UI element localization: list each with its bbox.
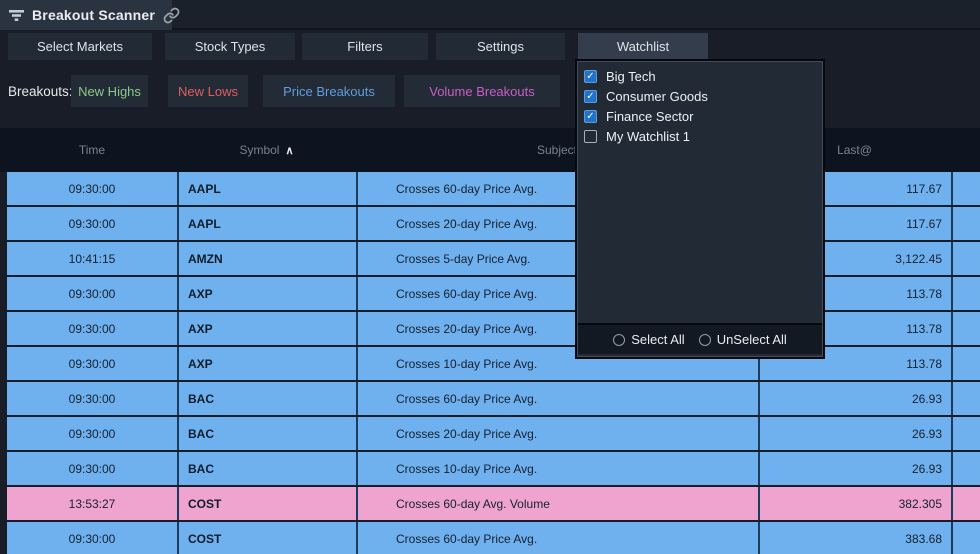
cell-symbol: AXP: [177, 312, 356, 345]
breakouts-row: Breakouts: New Highs New Lows Price Brea…: [0, 74, 980, 108]
table-header-row: Time Symbol ∧ Subject Last@: [0, 128, 980, 172]
link-icon[interactable]: [163, 7, 180, 24]
cell-extra: [951, 242, 980, 275]
cell-symbol: BAC: [177, 382, 356, 415]
table-row[interactable]: 09:30:00AAPLCrosses 60-day Price Avg.117…: [7, 172, 980, 205]
cell-symbol: AAPL: [177, 207, 356, 240]
cell-time: 09:30:00: [7, 347, 177, 380]
column-header-symbol[interactable]: Symbol ∧: [177, 143, 356, 157]
cell-last: 383.68: [758, 522, 951, 554]
watchlist-item-label: Finance Sector: [606, 109, 693, 124]
cell-extra: [951, 522, 980, 554]
volume-breakouts-button[interactable]: Volume Breakouts: [404, 75, 560, 107]
cell-subject: Crosses 60-day Price Avg.: [356, 382, 758, 415]
cell-symbol: COST: [177, 522, 356, 554]
table-row[interactable]: 13:53:27COSTCrosses 60-day Avg. Volume38…: [7, 487, 980, 520]
unselect-all-radio-icon[interactable]: [699, 334, 711, 346]
watchlist-item[interactable]: ✓ Big Tech: [584, 66, 816, 86]
cell-symbol: AMZN: [177, 242, 356, 275]
table-row[interactable]: 09:30:00BACCrosses 10-day Price Avg.26.9…: [7, 452, 980, 485]
table-row[interactable]: 09:30:00BACCrosses 60-day Price Avg.26.9…: [7, 382, 980, 415]
cell-extra: [951, 312, 980, 345]
select-all-option[interactable]: Select All: [613, 332, 684, 347]
cell-time: 13:53:27: [7, 487, 177, 520]
cell-subject: Crosses 20-day Price Avg.: [356, 417, 758, 450]
unselect-all-label: UnSelect All: [717, 332, 787, 347]
table-row[interactable]: 09:30:00AXPCrosses 10-day Price Avg.113.…: [7, 347, 980, 380]
table-row[interactable]: 09:30:00BACCrosses 20-day Price Avg.26.9…: [7, 417, 980, 450]
cell-extra: [951, 277, 980, 310]
cell-subject: Crosses 60-day Price Avg.: [356, 522, 758, 554]
cell-last: 26.93: [758, 382, 951, 415]
column-header-time[interactable]: Time: [7, 143, 177, 157]
watchlist-item[interactable]: My Watchlist 1: [584, 126, 816, 146]
cell-subject: Crosses 10-day Price Avg.: [356, 452, 758, 485]
cell-symbol: BAC: [177, 417, 356, 450]
cell-last: 26.93: [758, 417, 951, 450]
cell-time: 09:30:00: [7, 312, 177, 345]
watchlist-item[interactable]: ✓ Consumer Goods: [584, 86, 816, 106]
cell-time: 09:30:00: [7, 172, 177, 205]
checkbox-checked-icon[interactable]: ✓: [584, 110, 597, 123]
table-row[interactable]: 10:41:15AMZNCrosses 5-day Price Avg.3,12…: [7, 242, 980, 275]
breakouts-label: Breakouts:: [8, 74, 73, 108]
sort-ascending-icon: ∧: [285, 144, 293, 157]
watchlist-item-label: Big Tech: [606, 69, 656, 84]
filters-button[interactable]: Filters: [302, 33, 428, 60]
checkbox-checked-icon[interactable]: ✓: [584, 90, 597, 103]
funnel-filter-icon: [9, 9, 24, 22]
checkbox-checked-icon[interactable]: ✓: [584, 70, 597, 83]
watchlist-footer: Select All UnSelect All: [578, 323, 822, 354]
table-row[interactable]: 09:30:00COSTCrosses 60-day Price Avg.383…: [7, 522, 980, 554]
cell-last: 26.93: [758, 452, 951, 485]
new-highs-button[interactable]: New Highs: [71, 75, 148, 107]
cell-symbol: COST: [177, 487, 356, 520]
stock-types-button[interactable]: Stock Types: [165, 33, 295, 60]
cell-time: 09:30:00: [7, 382, 177, 415]
app-title: Breakout Scanner: [32, 7, 155, 23]
cell-time: 09:30:00: [7, 277, 177, 310]
table-row[interactable]: 09:30:00AAPLCrosses 20-day Price Avg.117…: [7, 207, 980, 240]
select-all-radio-icon[interactable]: [613, 334, 625, 346]
cell-time: 09:30:00: [7, 452, 177, 485]
cell-symbol: AAPL: [177, 172, 356, 205]
title-bar: Breakout Scanner: [0, 0, 980, 30]
results-table: Time Symbol ∧ Subject Last@ 09:30:00AAPL…: [0, 128, 980, 554]
cell-extra: [951, 347, 980, 380]
cell-extra: [951, 417, 980, 450]
table-row[interactable]: 09:30:00AXPCrosses 60-day Price Avg.113.…: [7, 277, 980, 310]
cell-time: 09:30:00: [7, 522, 177, 554]
title-tab: Breakout Scanner: [0, 0, 172, 30]
price-breakouts-button[interactable]: Price Breakouts: [263, 75, 395, 107]
watchlist-item-label: Consumer Goods: [606, 89, 708, 104]
breakout-scanner-window: Breakout Scanner Select Markets Stock Ty…: [0, 0, 980, 554]
toolbar: Select Markets Stock Types Filters Setti…: [0, 30, 980, 60]
settings-button[interactable]: Settings: [436, 33, 565, 60]
watchlist-button[interactable]: Watchlist: [578, 33, 708, 60]
cell-extra: [951, 487, 980, 520]
watchlist-list: ✓ Big Tech ✓ Consumer Goods ✓ Finance Sector M…: [578, 62, 822, 150]
cell-time: 09:30:00: [7, 417, 177, 450]
new-lows-button[interactable]: New Lows: [168, 75, 248, 107]
cell-extra: [951, 207, 980, 240]
watchlist-item-label: My Watchlist 1: [606, 129, 690, 144]
watchlist-item[interactable]: ✓ Finance Sector: [584, 106, 816, 126]
cell-subject: Crosses 60-day Avg. Volume: [356, 487, 758, 520]
cell-time: 10:41:15: [7, 242, 177, 275]
cell-time: 09:30:00: [7, 207, 177, 240]
table-body: 09:30:00AAPLCrosses 60-day Price Avg.117…: [0, 172, 980, 554]
checkbox-unchecked-icon[interactable]: [584, 130, 597, 143]
cell-last: 382.305: [758, 487, 951, 520]
cell-symbol: AXP: [177, 277, 356, 310]
watchlist-dropdown-panel: ✓ Big Tech ✓ Consumer Goods ✓ Finance Sector M…: [577, 61, 823, 357]
cell-extra: [951, 172, 980, 205]
unselect-all-option[interactable]: UnSelect All: [699, 332, 787, 347]
select-all-label: Select All: [631, 332, 684, 347]
cell-extra: [951, 382, 980, 415]
select-markets-button[interactable]: Select Markets: [8, 33, 152, 60]
table-row[interactable]: 09:30:00AXPCrosses 20-day Price Avg.113.…: [7, 312, 980, 345]
cell-extra: [951, 452, 980, 485]
cell-symbol: AXP: [177, 347, 356, 380]
cell-symbol: BAC: [177, 452, 356, 485]
